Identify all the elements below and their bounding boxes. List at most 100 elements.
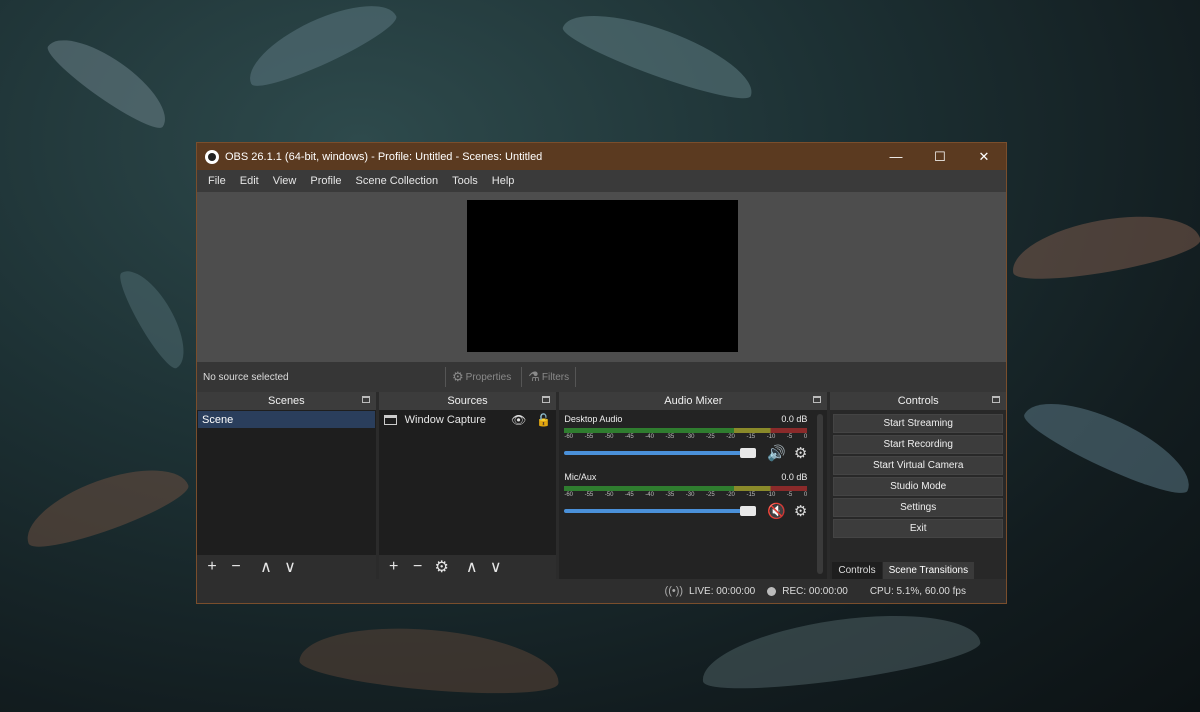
mixer-header: Audio Mixer [559, 392, 828, 410]
source-name: Window Capture [404, 413, 486, 426]
move-source-down-icon[interactable]: ∨ [487, 557, 505, 577]
meter-ticks: -60 -55 -50 -45 -40 -35 -30 -25 -20 -15 … [564, 434, 807, 442]
tick-label: -30 [685, 434, 695, 440]
docks-area: Scenes Scene + − ∧ ∨ Sources Window Capt… [197, 392, 1007, 579]
menu-view[interactable]: View [266, 175, 304, 187]
window-title: OBS 26.1.1 (64-bit, windows) - Profile: … [225, 150, 543, 163]
tick-label: -40 [645, 492, 654, 498]
controls-header: Controls [830, 392, 1007, 410]
tick-label: -60 [564, 434, 574, 440]
tick-label: -50 [604, 492, 614, 498]
remove-source-icon[interactable]: − [409, 558, 427, 576]
start-streaming-button[interactable]: Start Streaming [833, 414, 1004, 433]
scenes-header: Scenes [197, 392, 376, 410]
tick-label: -60 [564, 492, 574, 498]
mixer-body: Desktop Audio 0.0 dB -60 -55 -50 -45 -40… [559, 410, 828, 579]
tick-label: -10 [766, 434, 776, 440]
add-scene-icon[interactable]: + [203, 558, 221, 576]
tick-label: -25 [705, 434, 715, 440]
tick-label: -15 [746, 434, 756, 440]
undock-icon[interactable] [813, 396, 822, 403]
audio-mixer-dock: Audio Mixer Desktop Audio 0.0 dB -60 -55… [559, 392, 828, 579]
tick-label: -35 [665, 492, 675, 498]
start-virtual-camera-button[interactable]: Start Virtual Camera [833, 456, 1004, 475]
gear-icon[interactable]: ⚙ [794, 444, 807, 462]
sources-dock: Sources Window Capture 👁 🔓 + − ⚙ ∧ ∨ [378, 392, 557, 579]
menu-edit[interactable]: Edit [233, 175, 266, 187]
muted-speaker-icon[interactable]: 🔇 [767, 502, 786, 520]
start-recording-button[interactable]: Start Recording [833, 435, 1004, 454]
menu-tools[interactable]: Tools [445, 175, 485, 187]
divider [521, 367, 523, 387]
tick-label: -55 [584, 434, 594, 440]
minimize-button[interactable]: — [874, 143, 918, 170]
move-source-up-icon[interactable]: ∧ [463, 557, 481, 577]
controls-body: Start Streaming Start Recording Start Vi… [830, 410, 1007, 559]
tab-scene-transitions[interactable]: Scene Transitions [882, 562, 975, 579]
tick-label: 0 [803, 434, 808, 440]
remove-scene-icon[interactable]: − [227, 558, 245, 576]
divider [445, 367, 446, 387]
gear-icon[interactable]: ⚙ [794, 502, 807, 520]
add-source-icon[interactable]: + [385, 558, 403, 576]
scenes-title: Scenes [267, 395, 305, 407]
maximize-button[interactable]: ☐ [918, 143, 962, 170]
gear-icon: ⚙ [452, 369, 464, 384]
undock-icon[interactable] [361, 396, 370, 403]
obs-window: OBS 26.1.1 (64-bit, windows) - Profile: … [196, 142, 1007, 604]
source-properties-icon[interactable]: ⚙ [433, 557, 451, 577]
filters-label: Filters [541, 371, 570, 383]
tick-label: -55 [584, 492, 594, 498]
controls-tabs: Controls Scene Transitions [830, 559, 1007, 579]
undock-icon[interactable] [542, 396, 551, 403]
volume-slider[interactable] [564, 448, 757, 458]
mixer-scrollbar[interactable] [817, 414, 824, 574]
mixer-title: Audio Mixer [664, 395, 723, 407]
visibility-eye-icon[interactable]: 👁 [511, 413, 526, 427]
volume-slider[interactable] [564, 506, 757, 516]
studio-mode-button[interactable]: Studio Mode [833, 477, 1004, 496]
move-scene-up-icon[interactable]: ∧ [257, 557, 275, 577]
title-bar[interactable]: OBS 26.1.1 (64-bit, windows) - Profile: … [197, 143, 1006, 170]
menu-profile[interactable]: Profile [303, 175, 348, 187]
meter-ticks: -60 -55 -50 -45 -40 -35 -30 -25 -20 -15 … [564, 492, 807, 500]
tick-label: 0 [803, 492, 808, 498]
background-leaf [297, 618, 563, 702]
status-bar: ((•)) LIVE: 00:00:00 REC: 00:00:00 CPU: … [197, 579, 1006, 603]
source-item[interactable]: Window Capture 👁 🔓 [380, 411, 556, 428]
mixer-channel: Mic/Aux 0.0 dB -60 -55 -50 -45 -40 -35 -… [564, 472, 808, 520]
background-leaf [1006, 203, 1200, 289]
menu-scene-collection[interactable]: Scene Collection [349, 175, 446, 187]
filter-icon: ⚗ [528, 369, 540, 384]
exit-button[interactable]: Exit [833, 519, 1004, 538]
controls-dock: Controls Start Streaming Start Recording… [830, 392, 1007, 579]
properties-button[interactable]: ⚙ Properties [452, 369, 511, 385]
live-timer: LIVE: 00:00:00 [689, 585, 756, 597]
scene-item[interactable]: Scene [198, 411, 375, 428]
speaker-icon[interactable]: 🔊 [767, 444, 786, 462]
channel-db: 0.0 dB [781, 472, 808, 482]
move-scene-down-icon[interactable]: ∨ [281, 557, 299, 577]
tick-label: -5 [786, 434, 793, 440]
record-icon [767, 586, 777, 596]
menu-help[interactable]: Help [485, 175, 522, 187]
slider-handle[interactable] [740, 448, 757, 458]
undock-icon[interactable] [992, 396, 1001, 403]
tick-label: -5 [786, 492, 793, 498]
tick-label: -15 [746, 492, 756, 498]
sources-header: Sources [378, 392, 557, 410]
slider-handle[interactable] [740, 506, 757, 516]
settings-button[interactable]: Settings [833, 498, 1004, 517]
broadcast-icon: ((•)) [664, 585, 684, 597]
tick-label: -20 [726, 492, 735, 498]
tick-label: -45 [625, 434, 634, 440]
menu-file[interactable]: File [201, 175, 233, 187]
channel-name: Desktop Audio [564, 414, 623, 424]
tab-controls[interactable]: Controls [832, 562, 882, 579]
close-button[interactable]: ✕ [962, 143, 1006, 170]
preview-canvas[interactable] [467, 200, 738, 352]
tick-label: -20 [726, 434, 735, 440]
filters-button[interactable]: ⚗ Filters [528, 369, 569, 385]
background-leaf [41, 23, 179, 137]
lock-icon[interactable]: 🔓 [536, 413, 551, 427]
